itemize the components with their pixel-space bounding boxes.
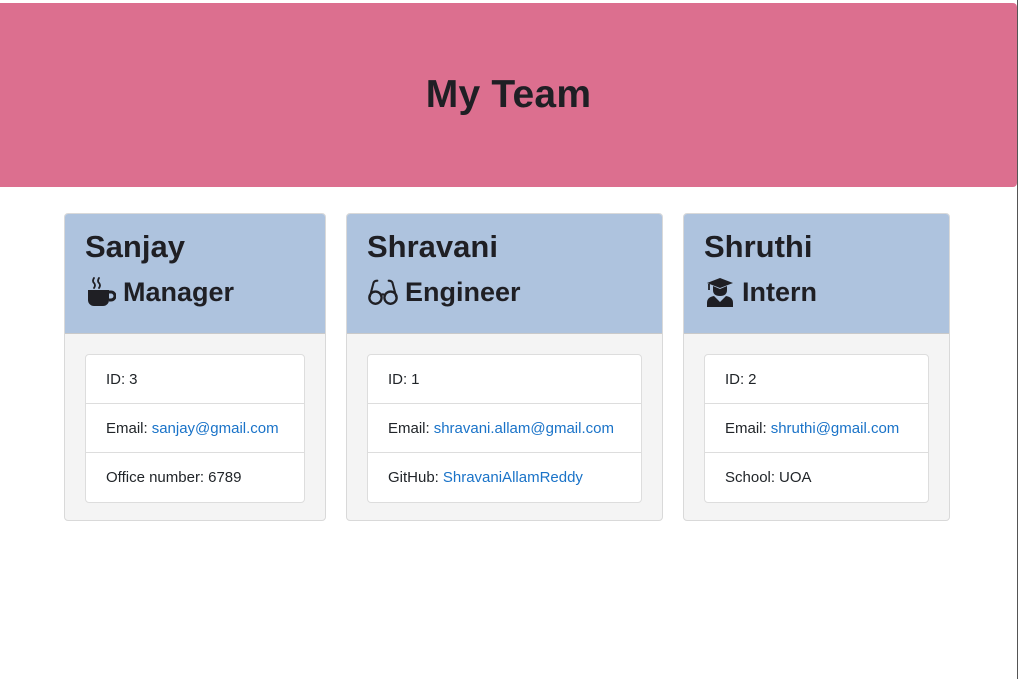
list-item-id: ID: 3	[86, 355, 304, 404]
school-label: School:	[725, 469, 776, 486]
list-item-email: Email: shruthi@gmail.com	[705, 404, 928, 453]
details-list: ID: 2 Email: shruthi@gmail.com School: U…	[704, 354, 929, 503]
office-number-value: 6789	[208, 469, 242, 486]
card-body: ID: 2 Email: shruthi@gmail.com School: U…	[684, 334, 949, 520]
list-item-email: Email: shravani.allam@gmail.com	[368, 404, 641, 453]
id-label: ID:	[106, 370, 126, 388]
email-label: Email:	[106, 419, 148, 437]
id-value: 3	[129, 370, 138, 388]
employee-name: Shravani	[367, 229, 498, 264]
school-value: UOA	[779, 469, 812, 486]
card-body: ID: 3 Email: sanjay@gmail.com Office num…	[65, 334, 325, 520]
employee-card-engineer: Shravani Engineer ID: 1 Email: shravani.…	[346, 213, 663, 521]
list-item-school: School: UOA	[705, 453, 928, 502]
role-label: Manager	[123, 277, 235, 307]
list-item-github: GitHub: ShravaniAllamReddy	[368, 453, 641, 502]
email-link[interactable]: shruthi@gmail.com	[771, 420, 900, 437]
list-item-email: Email: sanjay@gmail.com	[86, 404, 304, 453]
page: My Team Sanjay Manager ID: 3 Email: sanj…	[0, 0, 1019, 679]
employee-name: Sanjay	[85, 229, 185, 264]
id-label: ID:	[388, 370, 408, 388]
employee-card-manager: Sanjay Manager ID: 3 Email: sanjay@gmail…	[64, 213, 326, 521]
glasses-icon	[367, 277, 399, 307]
card-header: Shruthi Intern	[684, 214, 949, 334]
employee-card-intern: Shruthi Intern ID: 2 Email: shruthi@gmai…	[683, 213, 950, 521]
id-value: 1	[411, 370, 420, 388]
github-label: GitHub:	[388, 469, 439, 486]
list-item-id: ID: 1	[368, 355, 641, 404]
employee-role: Intern	[704, 275, 929, 309]
id-label: ID:	[725, 370, 745, 388]
office-number-label: Office number:	[106, 469, 205, 486]
card-header: Shravani Engineer	[347, 214, 662, 334]
details-list: ID: 3 Email: sanjay@gmail.com Office num…	[85, 354, 305, 503]
employee-role: Engineer	[367, 275, 642, 309]
team-header: My Team	[0, 3, 1017, 187]
list-item-office-number: Office number: 6789	[86, 453, 304, 502]
email-link[interactable]: sanjay@gmail.com	[152, 420, 279, 437]
email-label: Email:	[388, 419, 430, 437]
role-label: Engineer	[405, 277, 521, 307]
employee-role: Manager	[85, 275, 305, 309]
email-link[interactable]: shravani.allam@gmail.com	[434, 420, 614, 437]
card-body: ID: 1 Email: shravani.allam@gmail.com Gi…	[347, 334, 662, 520]
page-title: My Team	[425, 73, 592, 116]
role-label: Intern	[742, 277, 818, 307]
employee-name: Shruthi	[704, 229, 813, 264]
coffee-icon	[85, 277, 117, 307]
details-list: ID: 1 Email: shravani.allam@gmail.com Gi…	[367, 354, 642, 503]
email-label: Email:	[725, 419, 767, 437]
list-item-id: ID: 2	[705, 355, 928, 404]
github-link[interactable]: ShravaniAllamReddy	[443, 469, 583, 486]
id-value: 2	[748, 370, 757, 388]
window-edge	[1017, 0, 1018, 679]
card-header: Sanjay Manager	[65, 214, 325, 334]
graduate-icon	[704, 277, 736, 307]
